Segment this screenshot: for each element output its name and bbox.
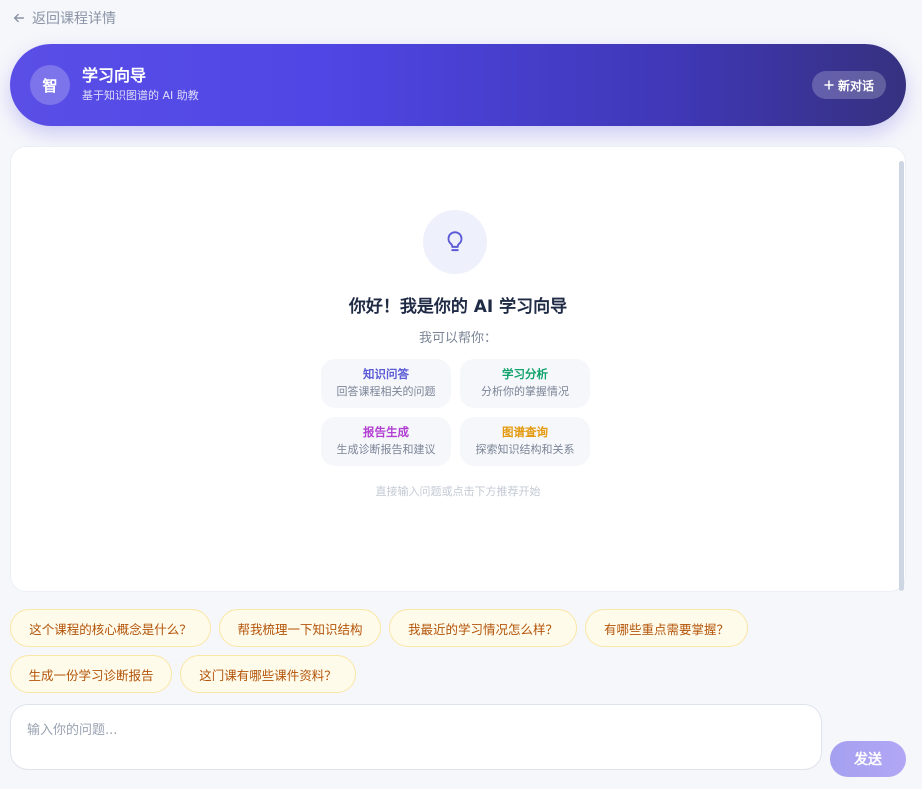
feature-desc: 探索知识结构和关系 bbox=[475, 443, 575, 456]
feature-card-analysis[interactable]: 学习分析 分析你的掌握情况 bbox=[460, 359, 590, 408]
new-chat-button[interactable]: 新对话 bbox=[811, 71, 886, 99]
welcome-icon-badge bbox=[423, 210, 487, 274]
feature-desc: 生成诊断报告和建议 bbox=[336, 443, 436, 456]
plus-icon bbox=[824, 80, 834, 90]
suggestion-chip[interactable]: 我最近的学习情况怎么样？ bbox=[389, 609, 577, 647]
suggestion-chip[interactable]: 这个课程的核心概念是什么？ bbox=[10, 609, 211, 647]
header-title: 学习向导 bbox=[82, 66, 147, 85]
back-link[interactable]: 返回课程详情 bbox=[12, 8, 116, 28]
suggestion-chip[interactable]: 帮我梳理一下知识结构 bbox=[219, 609, 381, 647]
feature-desc: 分析你的掌握情况 bbox=[481, 385, 569, 398]
suggestion-chip[interactable]: 生成一份学习诊断报告 bbox=[10, 655, 172, 693]
send-button[interactable]: 发送 bbox=[830, 741, 906, 777]
feature-title: 知识问答 bbox=[363, 367, 409, 381]
welcome-subtitle: 我可以帮你： bbox=[418, 331, 497, 346]
feature-title: 报告生成 bbox=[363, 425, 409, 439]
assistant-header: 智 学习向导 基于知识图谱的 AI 助教 新对话 bbox=[10, 44, 906, 126]
welcome-title: 你好！我是你的 AI 学习向导 bbox=[348, 297, 568, 317]
arrow-left-icon bbox=[13, 13, 25, 23]
back-link-label: 返回课程详情 bbox=[32, 11, 116, 27]
feature-desc: 回答课程相关的问题 bbox=[336, 385, 436, 398]
suggestion-chip[interactable]: 有哪些重点需要掌握？ bbox=[585, 609, 748, 647]
feature-title: 学习分析 bbox=[502, 367, 548, 381]
lightbulb-icon bbox=[447, 231, 463, 252]
feature-card-qa[interactable]: 知识问答 回答课程相关的问题 bbox=[321, 359, 451, 408]
feature-title: 图谱查询 bbox=[502, 425, 548, 439]
suggestion-chip[interactable]: 这门课有哪些课件资料？ bbox=[180, 655, 356, 693]
avatar: 智 bbox=[30, 65, 70, 105]
feature-card-graph[interactable]: 图谱查询 探索知识结构和关系 bbox=[460, 417, 590, 466]
header-subtitle: 基于知识图谱的 AI 助教 bbox=[82, 89, 199, 102]
feature-card-report[interactable]: 报告生成 生成诊断报告和建议 bbox=[321, 417, 451, 466]
chat-panel: 你好！我是你的 AI 学习向导 我可以帮你： 知识问答 回答课程相关的问题 学习… bbox=[10, 146, 906, 592]
chat-scrollbar[interactable] bbox=[899, 161, 904, 591]
new-chat-label: 新对话 bbox=[837, 78, 874, 93]
welcome-hint: 直接输入问题或点击下方推荐开始 bbox=[375, 485, 541, 498]
question-input[interactable] bbox=[10, 704, 822, 770]
